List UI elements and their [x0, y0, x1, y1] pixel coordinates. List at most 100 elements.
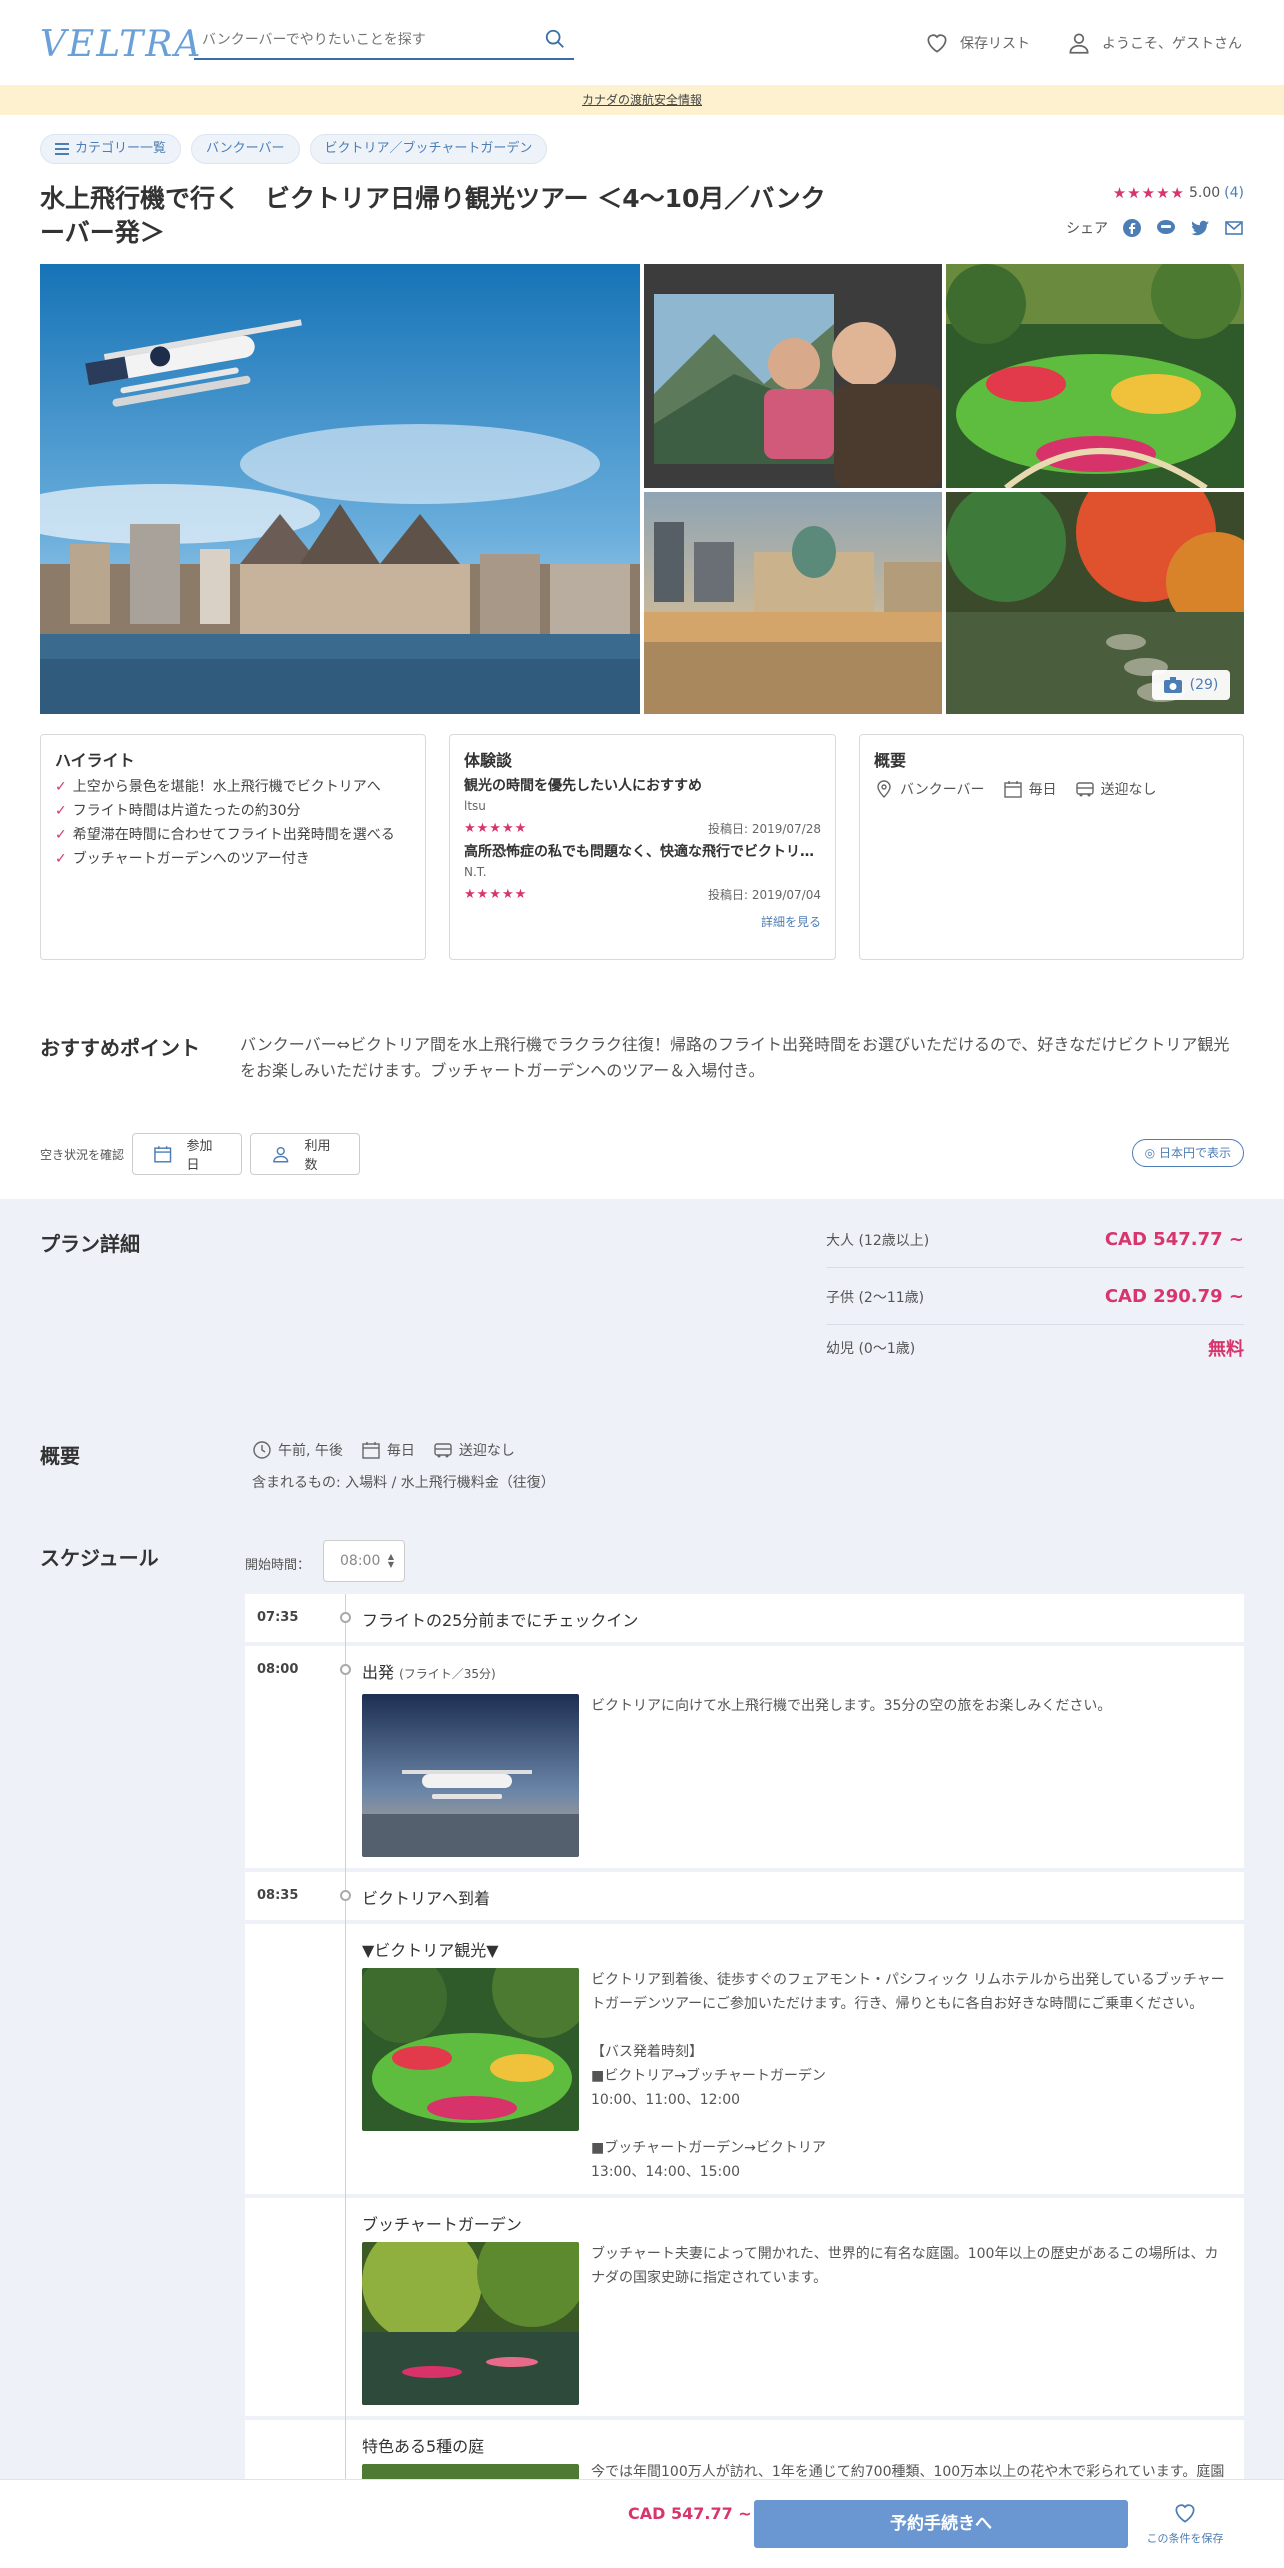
breadcrumb-category-list[interactable]: カテゴリー一覧 — [40, 134, 182, 164]
overview-frequency-text: 毎日 — [386, 1443, 415, 1459]
rating-summary: ★★★★★ 5.00 (4) — [1113, 184, 1244, 202]
rating-stars: ★★★★★ — [1112, 184, 1185, 202]
schedule-subtitle: (フライト／35分) — [399, 1667, 496, 1681]
gallery-photo-autumn[interactable]: (29) — [946, 492, 1244, 714]
review-date: 投稿日: 2019/07/04 — [707, 887, 821, 902]
availability-label: 空き状況を確認 — [40, 1148, 125, 1162]
overview-location: バンクーバー — [874, 779, 985, 799]
bus-icon — [434, 1443, 452, 1458]
calendar-icon — [154, 1146, 172, 1163]
overview-card-title: 概要 — [874, 751, 907, 770]
overview-location-text: バンクーバー — [900, 782, 985, 798]
schedule-time: 07:35 — [257, 1610, 299, 1625]
review-item[interactable]: 高所恐怖症の私でも問題なく、快適な飛行でビクトリアへ N.T. ★★★★★ 投稿日… — [464, 841, 821, 907]
schedule-image-pond — [362, 2242, 579, 2405]
facebook-icon[interactable] — [1122, 218, 1142, 238]
share-label: シェア — [1066, 221, 1108, 237]
schedule-image-garden — [362, 1968, 579, 2131]
gallery-photo-garden[interactable] — [946, 264, 1244, 488]
date-select-button[interactable]: 参加日 — [132, 1133, 242, 1175]
overview-heading: 概要 — [40, 1444, 80, 1468]
people-select-label: 利用数 — [304, 1139, 331, 1173]
check-icon: ✓ — [55, 827, 67, 843]
recommend-heading: おすすめポイント — [40, 1036, 200, 1060]
highlight-text: 上空から景色を堪能！水上飛行機でビクトリアへ — [72, 779, 381, 795]
schedule-row: 08:35 ビクトリアへ到着 — [245, 1872, 1244, 1920]
gallery-photo-harbour[interactable] — [644, 492, 942, 714]
account-link[interactable]: ようこそ、ゲストさん — [1066, 30, 1242, 56]
highlight-item: ✓ 上空から景色を堪能！水上飛行機でビクトリアへ — [55, 775, 411, 799]
book-button[interactable]: 予約手続きへ — [754, 2500, 1128, 2548]
review-item[interactable]: 観光の時間を優先したい人におすすめ ltsu ★★★★★ 投稿日: 2019/07… — [464, 775, 821, 841]
highlight-text: ブッチャートガーデンへのツアー付き — [72, 851, 310, 867]
price-value: 無料 — [1208, 1339, 1244, 1360]
start-time-label: 開始時間： — [245, 1558, 311, 1573]
price-label: 大人 (12歳以上) — [826, 1232, 930, 1249]
price-row-adult: 大人 (12歳以上) CAD 547.77 ~ — [826, 1212, 1244, 1268]
schedule-row: ▼ビクトリア観光▼ ビクトリア到着後、徒歩すぐのフェアモント・パシフィック リム… — [245, 1924, 1244, 2194]
search-icon[interactable] — [544, 28, 566, 50]
schedule-title: ビクトリアへ到着 — [362, 1889, 491, 1908]
desc-line — [591, 2112, 1231, 2136]
schedule-title-text: 出発 — [362, 1663, 395, 1682]
price-value: CAD 547.77 ~ — [1104, 1229, 1244, 1250]
check-icon: ✓ — [55, 803, 67, 819]
overview-pickup-text: 送迎なし — [458, 1443, 515, 1459]
heart-icon — [1175, 2504, 1195, 2523]
stepper-arrows-icon: ▲ ▼ — [387, 1552, 394, 1569]
desc-line: ■ブッチャートガーデン→ビクトリア — [591, 2140, 826, 2156]
gallery-photo-cabin[interactable] — [644, 264, 942, 488]
reviews-title: 体験談 — [464, 751, 513, 770]
check-icon: ✓ — [55, 779, 67, 795]
desc-line: ビクトリア到着後、徒歩すぐのフェアモント・パシフィック リムホテルから出発してい… — [591, 1972, 1225, 2012]
schedule-title: 出発 (フライト／35分) — [362, 1659, 496, 1683]
schedule-description: 今では年間100万人が訪れ、1年を通じて約700種類、100万本以上の花や木で彩… — [591, 2464, 1225, 2479]
search-input[interactable] — [202, 32, 522, 48]
coin-icon: ◎ — [1144, 1146, 1156, 1160]
people-select-button[interactable]: 利用数 — [250, 1133, 360, 1175]
start-time-select[interactable]: 08:00 ▲ ▼ — [323, 1540, 405, 1582]
bottom-price: CAD 547.77 ~ — [628, 2504, 752, 2523]
yen-display-toggle[interactable]: ◎ 日本円で表示 — [1131, 1139, 1244, 1167]
main-photo-seaplane[interactable] — [40, 264, 640, 714]
highlights-title: ハイライト — [55, 751, 135, 770]
desc-line: 【バス発着時刻】 — [591, 2044, 703, 2060]
mail-icon[interactable] — [1224, 218, 1244, 238]
breadcrumb-label: ビクトリア／ブッチャートガーデン — [324, 141, 533, 156]
schedule-time: 08:00 — [257, 1662, 299, 1677]
booking-bottom-bar: CAD 547.77 ~ 予約手続きへ この条件を保存 — [0, 2479, 1284, 2568]
review-author: N.T. — [464, 865, 487, 879]
veltra-logo[interactable]: VELTRA — [40, 24, 202, 65]
search-bar[interactable] — [194, 24, 574, 60]
account-label: ようこそ、ゲストさん — [1102, 36, 1242, 52]
highlights-card: ハイライト ✓ 上空から景色を堪能！水上飛行機でビクトリアへ ✓ フライト時間は片道… — [40, 734, 426, 960]
schedule-image-gardens — [362, 2464, 579, 2479]
rating-value: 5.00 — [1188, 185, 1221, 201]
twitter-icon[interactable] — [1190, 218, 1210, 238]
timeline-dot — [340, 1612, 351, 1623]
breadcrumb-vancouver[interactable]: バンクーバー — [191, 134, 300, 164]
breadcrumb-victoria[interactable]: ビクトリア／ブッチャートガーデン — [309, 134, 548, 164]
site-header: VELTRA 保存リスト ようこそ、ゲストさん — [0, 0, 1284, 85]
menu-icon — [55, 143, 69, 155]
wishlist-label: 保存リスト — [960, 36, 1030, 52]
overview-pickup: 送迎なし — [433, 1440, 515, 1460]
line-icon[interactable] — [1156, 218, 1176, 238]
location-pin-icon — [877, 780, 891, 798]
camera-icon — [1163, 677, 1182, 693]
user-icon — [1069, 33, 1089, 54]
safety-notice-link[interactable]: カナダの渡航安全情報 — [582, 93, 702, 107]
overview-pickup-text: 送迎なし — [1100, 782, 1157, 798]
review-date: 投稿日: 2019/07/28 — [707, 821, 821, 836]
schedule-row: 特色ある5種の庭 今では年間100万人が訪れ、1年を通じて約700種類、100万… — [245, 2420, 1244, 2479]
save-conditions-button[interactable]: この条件を保存 — [1140, 2500, 1230, 2546]
desc-line — [591, 2016, 1231, 2040]
plan-heading: プラン詳細 — [40, 1232, 140, 1256]
price-row-infant: 幼児 (0～1歳) 無料 — [826, 1320, 1244, 1376]
wishlist-link[interactable]: 保存リスト — [924, 30, 1030, 56]
reviews-more-link[interactable]: 詳細を見る — [464, 913, 821, 930]
review-count-link[interactable]: (4) — [1224, 185, 1244, 201]
calendar-icon — [362, 1442, 380, 1459]
photo-count-button[interactable]: (29) — [1152, 670, 1230, 700]
breadcrumb-label: バンクーバー — [206, 141, 285, 156]
